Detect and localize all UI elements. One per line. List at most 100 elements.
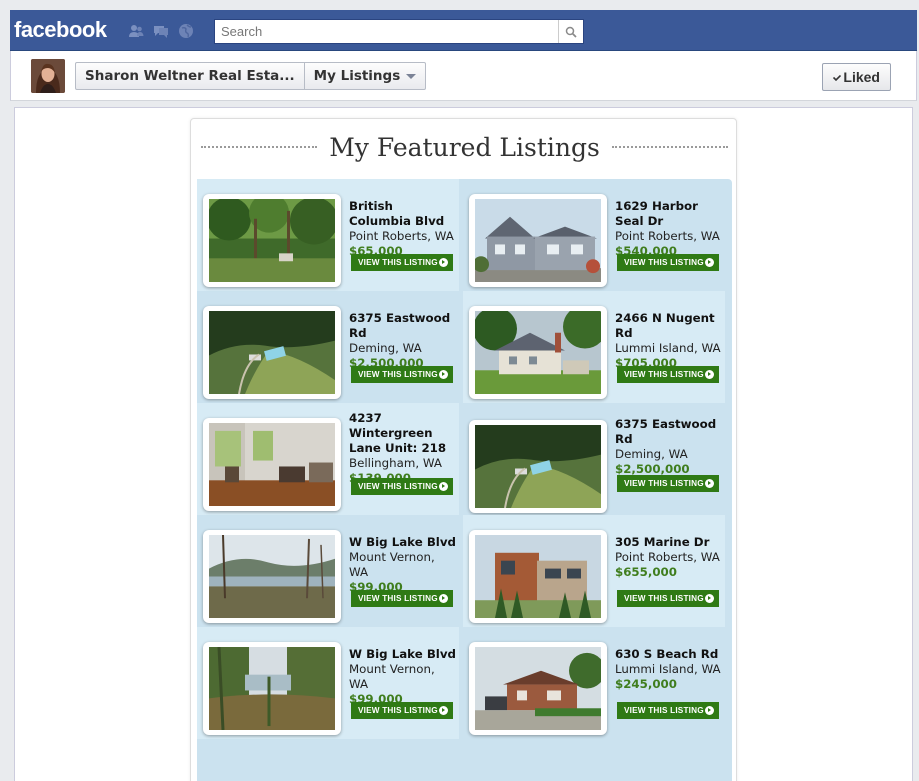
view-listing-label: VIEW THIS LISTING (358, 706, 438, 715)
listing-card: British Columbia Blvd Point Roberts, WA $6… (197, 179, 459, 291)
search-magnifier-icon[interactable] (558, 20, 583, 43)
listing-city: Mount Vernon, WA (349, 550, 435, 579)
heading-divider-left (201, 146, 318, 148)
view-listing-label: VIEW THIS LISTING (358, 258, 438, 267)
listing-street[interactable]: 1629 Harbor Seal Dr (615, 199, 723, 229)
facebook-top-bar: facebook (10, 10, 917, 51)
arrow-circle-icon (705, 258, 714, 267)
liked-button-label: Liked (843, 69, 880, 85)
featured-listings-card: My Featured Listings British Columbia Bl… (190, 118, 737, 781)
listing-info: 305 Marine Dr Point Roberts, WA $655,000 (615, 535, 723, 580)
listings-grid: British Columbia Blvd Point Roberts, WA $6… (197, 179, 732, 781)
view-listing-button[interactable]: VIEW THIS LISTING (617, 590, 719, 607)
arrow-circle-icon (705, 370, 714, 379)
view-listing-label: VIEW THIS LISTING (624, 706, 704, 715)
listing-card: W Big Lake Blvd Mount Vernon, WA $99,000 VI… (197, 627, 459, 739)
view-listing-button[interactable]: VIEW THIS LISTING (617, 475, 719, 492)
view-listing-button[interactable]: VIEW THIS LISTING (617, 366, 719, 383)
page-name-button[interactable]: Sharon Weltner Real Esta... (76, 63, 304, 89)
arrow-circle-icon (705, 479, 714, 488)
listing-price: $245,000 (615, 677, 677, 691)
listing-city: Deming, WA (615, 447, 688, 461)
listing-street[interactable]: 6375 Eastwood Rd (349, 311, 457, 341)
view-listing-label: VIEW THIS LISTING (624, 370, 704, 379)
view-listing-button[interactable]: VIEW THIS LISTING (351, 590, 453, 607)
view-listing-button[interactable]: VIEW THIS LISTING (351, 478, 453, 495)
listing-info: British Columbia Blvd Point Roberts, WA $6… (349, 199, 457, 259)
listing-card: 4237 Wintergreen Lane Unit: 218 Bellingha… (197, 403, 459, 515)
listing-info: 6375 Eastwood Rd Deming, WA $2,500,000 (615, 417, 723, 477)
view-listing-label: VIEW THIS LISTING (358, 482, 438, 491)
listing-info: W Big Lake Blvd Mount Vernon, WA $99,000 (349, 535, 457, 595)
listing-photo[interactable] (469, 420, 607, 513)
listing-photo[interactable] (203, 306, 341, 399)
listing-card: 6375 Eastwood Rd Deming, WA $2,500,000 VIEW… (463, 403, 725, 515)
view-listing-label: VIEW THIS LISTING (358, 594, 438, 603)
listing-photo[interactable] (203, 642, 341, 735)
page-nav-pills: Sharon Weltner Real Esta... My Listings (75, 62, 427, 90)
listing-street[interactable]: 305 Marine Dr (615, 535, 723, 550)
view-listing-label: VIEW THIS LISTING (358, 370, 438, 379)
arrow-circle-icon (439, 370, 448, 379)
arrow-circle-icon (439, 482, 448, 491)
page-header: Sharon Weltner Real Esta... My Listings … (10, 51, 917, 101)
listing-photo[interactable] (469, 530, 607, 623)
listing-photo[interactable] (469, 642, 607, 735)
listing-street[interactable]: W Big Lake Blvd (349, 535, 457, 550)
friend-requests-icon[interactable] (128, 23, 144, 39)
arrow-circle-icon (439, 706, 448, 715)
listing-info: 4237 Wintergreen Lane Unit: 218 Bellingha… (349, 411, 457, 486)
listing-info: 2466 N Nugent Rd Lummi Island, WA $705,000 (615, 311, 723, 371)
search-input[interactable] (215, 20, 559, 43)
listing-city: Bellingham, WA (349, 456, 442, 470)
listing-card: 6375 Eastwood Rd Deming, WA $2,500,000 VIEW… (197, 291, 459, 403)
arrow-circle-icon (705, 594, 714, 603)
listing-info: W Big Lake Blvd Mount Vernon, WA $99,000 (349, 647, 457, 707)
listing-street[interactable]: 630 S Beach Rd (615, 647, 723, 662)
listing-street[interactable]: 2466 N Nugent Rd (615, 311, 723, 341)
tab-selector-dropdown[interactable]: My Listings (303, 63, 426, 89)
listing-photo[interactable] (203, 193, 341, 287)
heading-divider-right (611, 146, 728, 148)
listing-city: Point Roberts, WA (615, 550, 720, 564)
page-avatar[interactable] (31, 59, 65, 93)
view-listing-button[interactable]: VIEW THIS LISTING (351, 254, 453, 271)
listing-info: 630 S Beach Rd Lummi Island, WA $245,000 (615, 647, 723, 692)
listing-city: Lummi Island, WA (615, 662, 721, 676)
listing-city: Point Roberts, WA (615, 229, 720, 243)
messages-icon[interactable] (153, 23, 169, 39)
arrow-circle-icon (439, 258, 448, 267)
listing-photo[interactable] (203, 418, 341, 511)
listing-photo[interactable] (469, 194, 607, 287)
check-icon (833, 75, 842, 82)
heading-row: My Featured Listings (201, 125, 728, 169)
listing-info: 6375 Eastwood Rd Deming, WA $2,500,000 (349, 311, 457, 371)
page-title: My Featured Listings (329, 132, 600, 162)
listing-city: Point Roberts, WA (349, 229, 454, 243)
listing-photo[interactable] (469, 305, 607, 399)
listing-street[interactable]: W Big Lake Blvd (349, 647, 457, 662)
listing-street[interactable]: British Columbia Blvd (349, 199, 457, 229)
notifications-globe-icon[interactable] (178, 23, 194, 39)
listing-info: 1629 Harbor Seal Dr Point Roberts, WA $540… (615, 199, 723, 259)
tab-selector-label: My Listings (313, 68, 401, 84)
view-listing-button[interactable]: VIEW THIS LISTING (617, 254, 719, 271)
facebook-logo[interactable]: facebook (14, 17, 107, 43)
listing-city: Lummi Island, WA (615, 341, 721, 355)
listing-photo[interactable] (203, 530, 341, 623)
listing-street[interactable]: 4237 Wintergreen Lane Unit: 218 (349, 411, 457, 456)
view-listing-label: VIEW THIS LISTING (624, 479, 704, 488)
search-box (214, 19, 584, 44)
view-listing-button[interactable]: VIEW THIS LISTING (351, 366, 453, 383)
listing-card: 305 Marine Dr Point Roberts, WA $655,000 VI… (463, 515, 725, 627)
listing-price: $655,000 (615, 565, 677, 579)
view-listing-button[interactable]: VIEW THIS LISTING (617, 702, 719, 719)
view-listing-button[interactable]: VIEW THIS LISTING (351, 702, 453, 719)
view-listing-label: VIEW THIS LISTING (624, 594, 704, 603)
view-listing-label: VIEW THIS LISTING (624, 258, 704, 267)
listing-street[interactable]: 6375 Eastwood Rd (615, 417, 723, 447)
listing-card: 2466 N Nugent Rd Lummi Island, WA $705,000… (463, 291, 725, 403)
liked-button[interactable]: Liked (822, 63, 891, 91)
caret-down-icon (406, 73, 417, 79)
listing-card: 630 S Beach Rd Lummi Island, WA $245,000 VI… (463, 627, 725, 739)
